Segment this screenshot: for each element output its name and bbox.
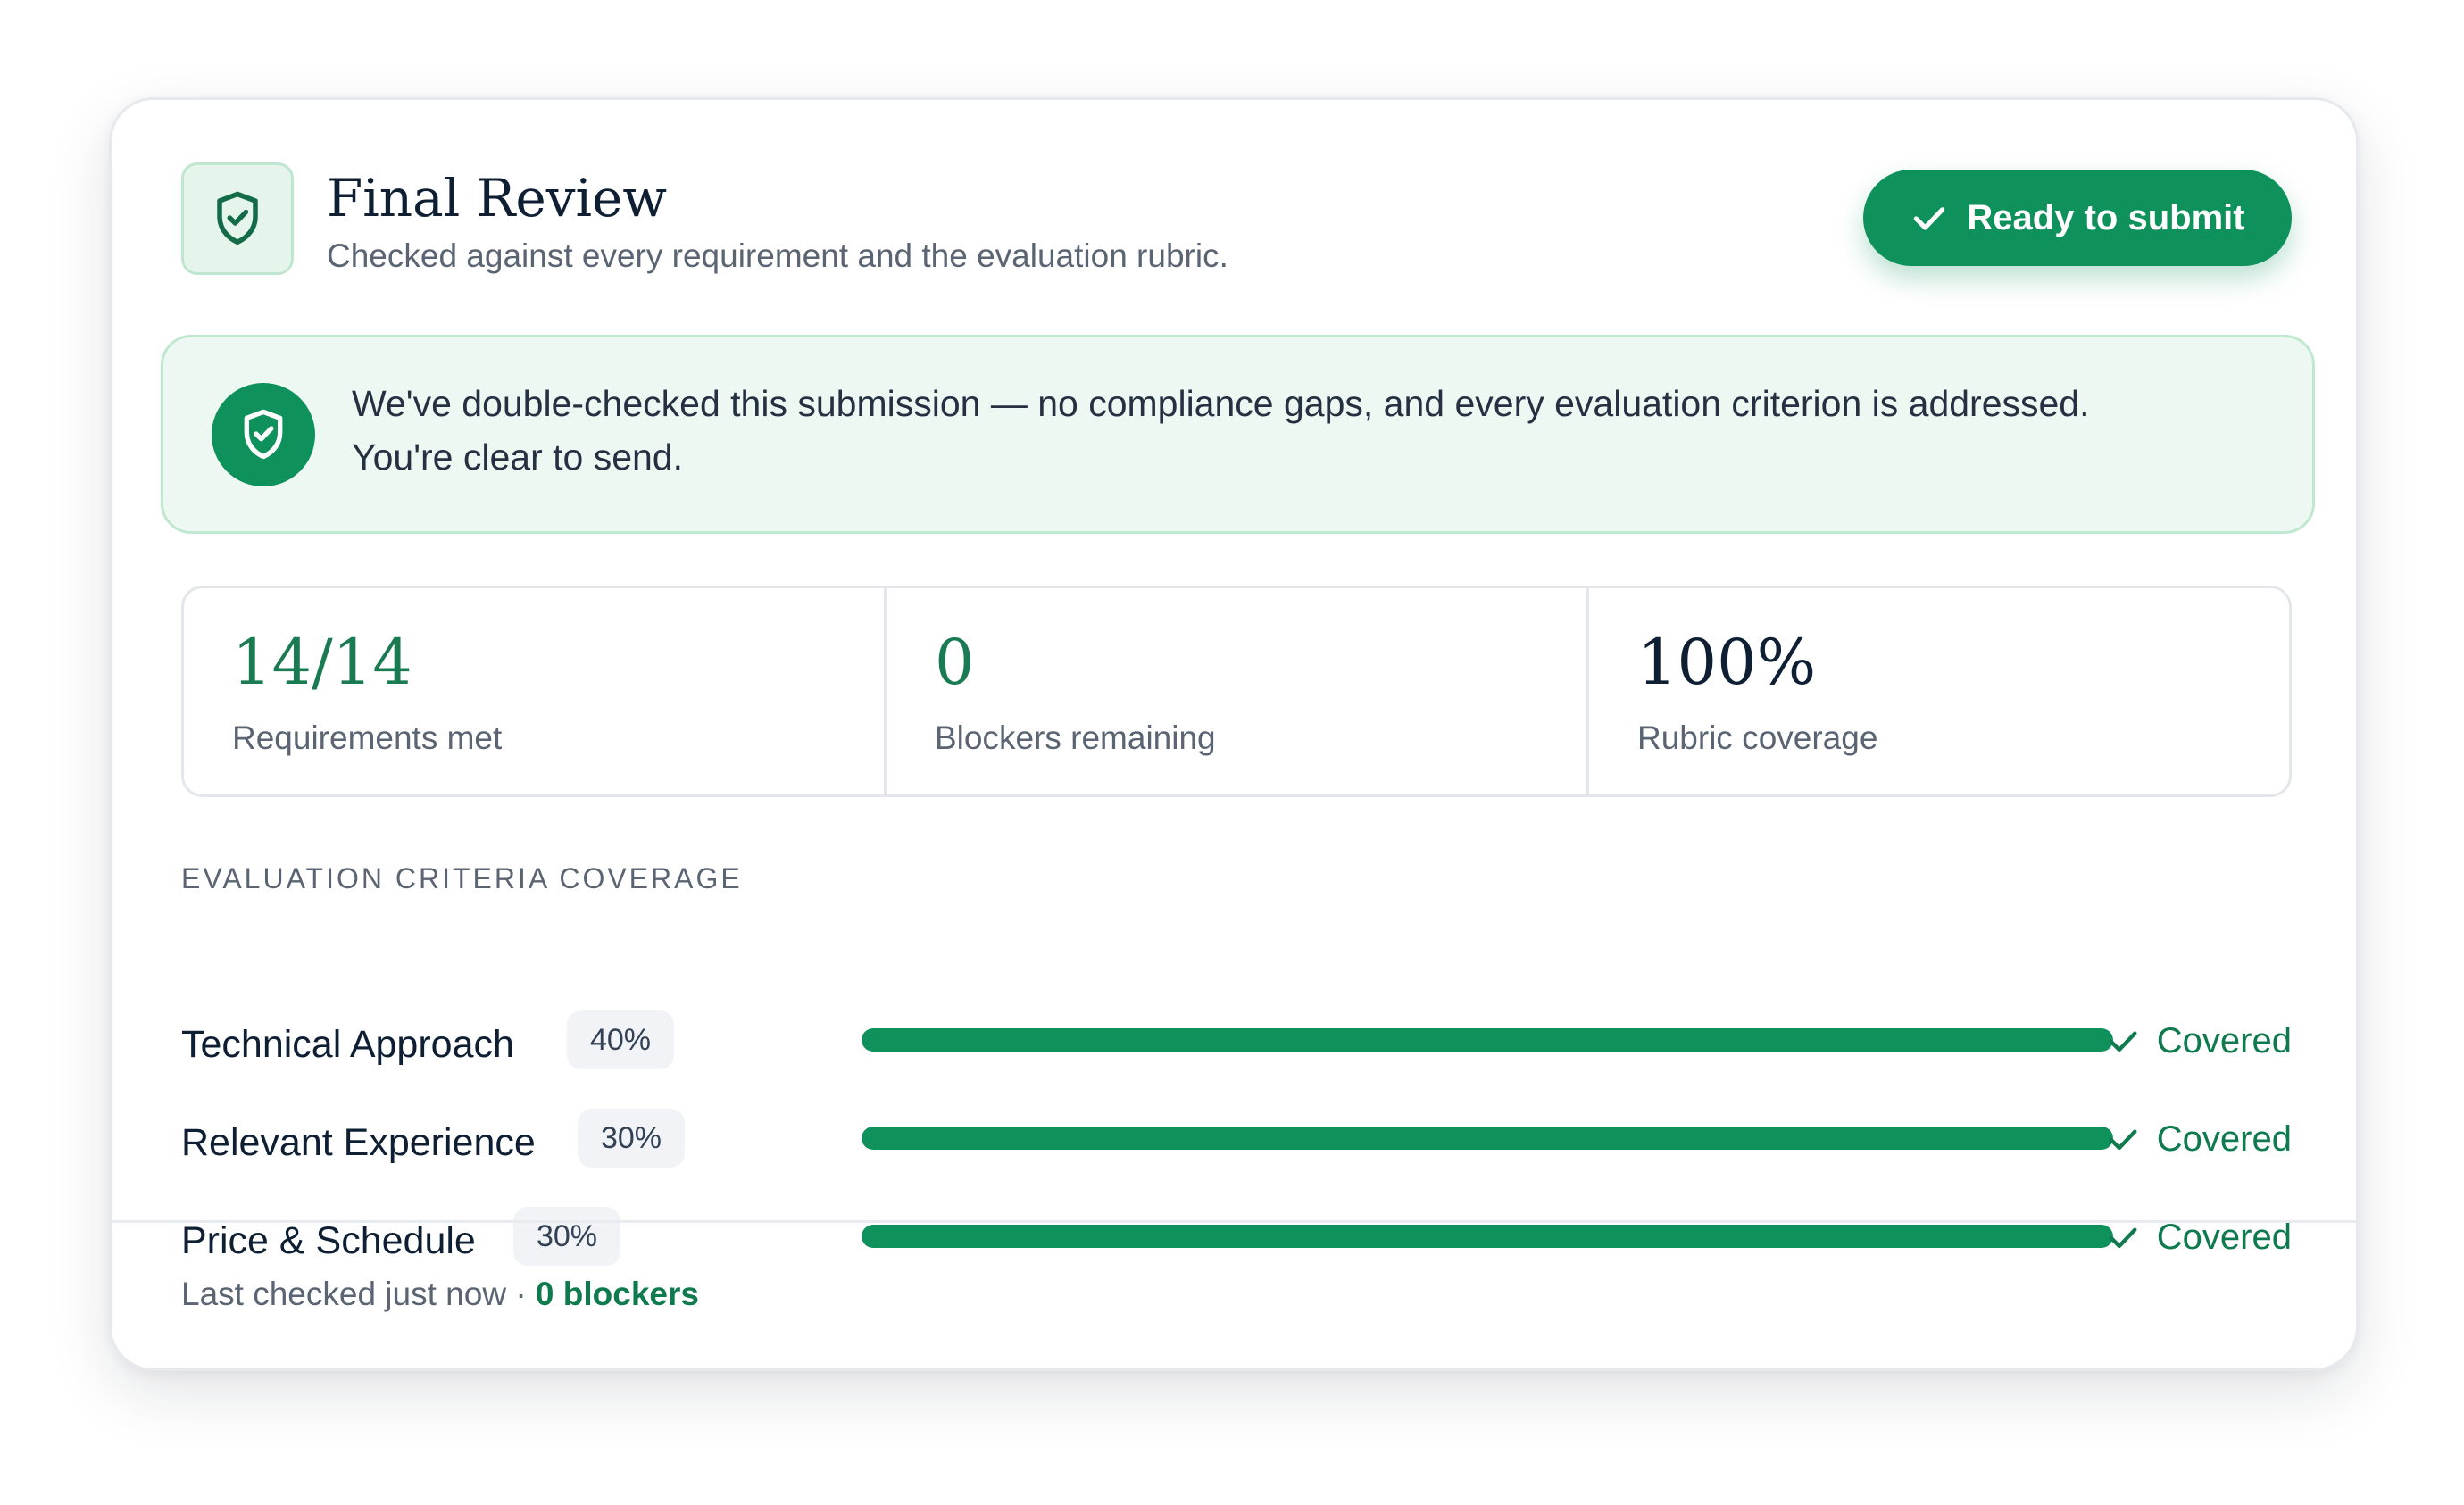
weight-badge: 30% xyxy=(578,1109,685,1168)
banner-line-2: You're clear to send. xyxy=(352,437,684,478)
page-subtitle: Checked against every requirement and th… xyxy=(327,237,1228,274)
check-icon xyxy=(2109,1031,2137,1052)
status-covered: Covered xyxy=(2105,1016,2292,1066)
stat-requirements-met: 14/14 Requirements met xyxy=(184,588,884,794)
criteria-row-technical-approach: Technical Approach 40% Covered xyxy=(181,1010,2292,1082)
shield-check-icon xyxy=(181,162,294,275)
weight-badge: 40% xyxy=(567,1010,674,1069)
banner-line-1: We've double-checked this submission — n… xyxy=(352,383,2090,424)
status-label: Covered xyxy=(2156,1119,2292,1159)
last-checked-text: Last checked just now · 0 blockers xyxy=(181,1272,699,1317)
stat-label: Blockers remaining xyxy=(935,719,1216,756)
criteria-heading: EVALUATION CRITERIA COVERAGE xyxy=(181,862,743,894)
stat-label: Requirements met xyxy=(232,719,503,756)
blockers-count-link[interactable]: 0 blockers xyxy=(536,1276,699,1312)
coverage-bar xyxy=(862,1127,2113,1150)
coverage-bar-fill xyxy=(862,1127,2113,1150)
last-checked-label: Last checked just now · xyxy=(181,1276,536,1312)
status-label: Covered xyxy=(2156,1021,2292,1060)
stat-value: 0 xyxy=(935,626,975,699)
criteria-name: Relevant Experience xyxy=(181,1121,536,1164)
banner-message: We've double-checked this submission — n… xyxy=(352,377,2289,484)
stat-blockers-remaining: 0 Blockers remaining xyxy=(884,588,1586,794)
card-footer: Last checked just now · 0 blockers xyxy=(112,1220,2356,1368)
criteria-row-relevant-experience: Relevant Experience 30% Covered xyxy=(181,1109,2292,1180)
coverage-bar-fill xyxy=(862,1028,2113,1052)
shield-check-icon xyxy=(212,383,315,486)
criteria-name: Technical Approach xyxy=(181,1023,514,1066)
stats-panel: 14/14 Requirements met 0 Blockers remain… xyxy=(181,586,2292,797)
review-banner: We've double-checked this submission — n… xyxy=(161,335,2315,534)
status-covered: Covered xyxy=(2105,1114,2292,1164)
stat-value: 100% xyxy=(1637,626,1817,699)
check-icon xyxy=(2109,1129,2137,1151)
stat-value: 14/14 xyxy=(232,626,412,699)
stat-label: Rubric coverage xyxy=(1637,719,1878,756)
ready-to-submit-button[interactable]: Ready to submit xyxy=(1863,170,2292,266)
page-title: Final Review xyxy=(327,168,667,229)
final-review-card: Final Review Checked against every requi… xyxy=(109,97,2359,1371)
check-icon xyxy=(1914,207,1945,230)
stat-rubric-coverage: 100% Rubric coverage xyxy=(1586,588,2289,794)
ready-to-submit-label: Ready to submit xyxy=(1967,197,2245,237)
coverage-bar xyxy=(862,1028,2113,1052)
